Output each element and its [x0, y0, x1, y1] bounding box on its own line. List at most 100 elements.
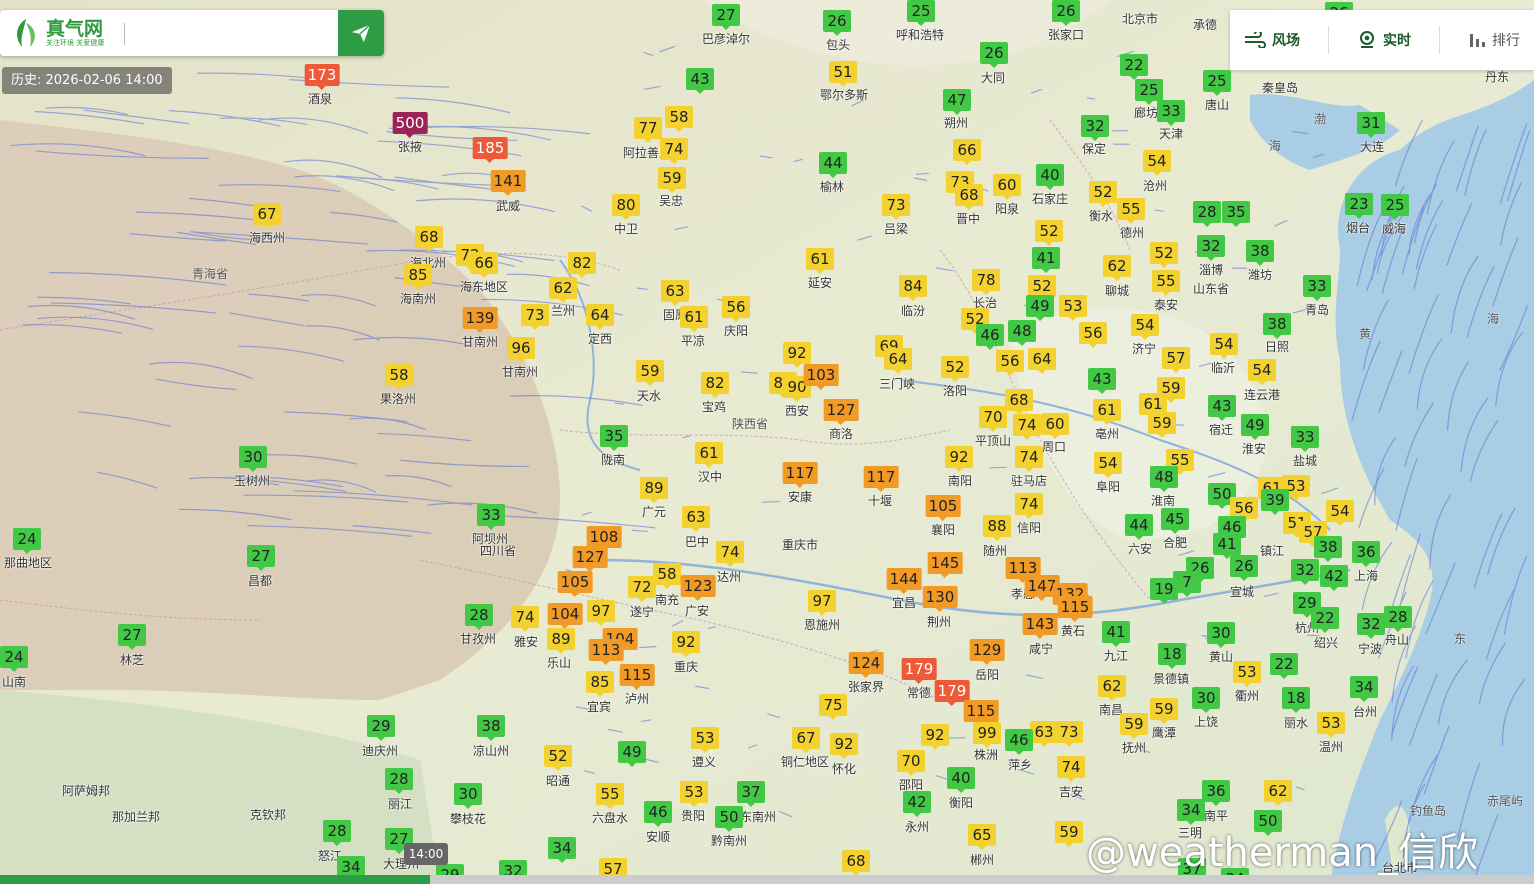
aqi-marker[interactable]: 54: [1210, 333, 1238, 359]
aqi-marker[interactable]: 60: [1041, 413, 1069, 439]
aqi-marker[interactable]: 49: [618, 741, 646, 767]
aqi-marker[interactable]: 143: [1022, 613, 1058, 639]
aqi-marker[interactable]: 38: [1246, 240, 1274, 266]
aqi-marker[interactable]: 25: [1135, 79, 1163, 105]
aqi-marker[interactable]: 46: [644, 801, 672, 827]
aqi-marker[interactable]: 34: [548, 837, 576, 863]
air-quality-map[interactable]: 巴彦淖尔 包头 呼和浩特 张家口 北京市 承德 秦皇岛 丹东 鄂尔多斯 大同 朔州 廊坊 唐山 保定 天津大…: [0, 0, 1534, 884]
aqi-marker[interactable]: 62: [1098, 675, 1126, 701]
aqi-marker[interactable]: 58: [385, 364, 413, 390]
aqi-marker[interactable]: 26: [980, 42, 1008, 68]
aqi-marker[interactable]: 115: [619, 664, 655, 690]
aqi-marker[interactable]: 28: [385, 768, 413, 794]
aqi-marker[interactable]: 32: [1197, 235, 1225, 261]
aqi-marker[interactable]: 70: [979, 406, 1007, 432]
aqi-marker[interactable]: 24: [0, 646, 28, 672]
aqi-marker[interactable]: 36: [1352, 541, 1380, 567]
aqi-marker[interactable]: 52: [1150, 242, 1178, 268]
aqi-marker[interactable]: 145: [927, 552, 963, 578]
aqi-marker[interactable]: 46: [1005, 729, 1033, 755]
aqi-marker[interactable]: 40: [1036, 164, 1064, 190]
aqi-marker[interactable]: 59: [636, 360, 664, 386]
aqi-marker[interactable]: 117: [863, 466, 899, 492]
aqi-marker[interactable]: 88: [983, 515, 1011, 541]
aqi-marker[interactable]: 73: [521, 304, 549, 330]
aqi-marker[interactable]: 105: [557, 571, 593, 597]
aqi-marker[interactable]: 63: [661, 280, 689, 306]
aqi-marker[interactable]: 29: [367, 715, 395, 741]
aqi-marker[interactable]: 43: [1088, 368, 1116, 394]
aqi-marker[interactable]: 56: [722, 296, 750, 322]
aqi-marker[interactable]: 144: [886, 568, 922, 594]
aqi-marker[interactable]: 30: [1207, 622, 1235, 648]
aqi-marker[interactable]: 89: [547, 628, 575, 654]
aqi-marker[interactable]: 53: [1233, 661, 1261, 687]
aqi-marker[interactable]: 64: [884, 348, 912, 374]
aqi-marker[interactable]: 74: [1015, 446, 1043, 472]
aqi-marker[interactable]: 59: [1120, 713, 1148, 739]
aqi-marker[interactable]: 68: [955, 184, 983, 210]
aqi-marker[interactable]: 73: [1055, 721, 1083, 747]
aqi-marker[interactable]: 22: [1311, 607, 1339, 633]
aqi-marker[interactable]: 129: [969, 639, 1005, 665]
aqi-marker[interactable]: 130: [922, 586, 958, 612]
aqi-marker[interactable]: 141: [490, 170, 526, 196]
aqi-marker[interactable]: 185: [472, 137, 508, 163]
aqi-marker[interactable]: 36: [1202, 780, 1230, 806]
aqi-marker[interactable]: 61: [695, 442, 723, 468]
aqi-marker[interactable]: 105: [925, 495, 961, 521]
aqi-marker[interactable]: 35: [600, 425, 628, 451]
aqi-marker[interactable]: 67: [253, 203, 281, 229]
wind-field-button[interactable]: 风场: [1244, 30, 1300, 50]
aqi-marker[interactable]: 74: [511, 606, 539, 632]
aqi-marker[interactable]: 56: [996, 350, 1024, 376]
aqi-marker[interactable]: 55: [596, 783, 624, 809]
search-button[interactable]: [338, 10, 384, 56]
aqi-marker[interactable]: 32: [1291, 559, 1319, 585]
aqi-marker[interactable]: 85: [586, 671, 614, 697]
aqi-marker[interactable]: 108: [586, 526, 622, 552]
aqi-marker[interactable]: 28: [1384, 606, 1412, 632]
realtime-button[interactable]: 实时: [1357, 30, 1411, 50]
aqi-marker[interactable]: 25: [1203, 70, 1231, 96]
aqi-marker[interactable]: 63: [682, 506, 710, 532]
aqi-marker[interactable]: 43: [1208, 395, 1236, 421]
aqi-marker[interactable]: 54: [1326, 500, 1354, 526]
aqi-marker[interactable]: 72: [628, 576, 656, 602]
aqi-marker[interactable]: 22: [1120, 54, 1148, 80]
aqi-marker[interactable]: 34: [1177, 799, 1205, 825]
aqi-marker[interactable]: 92: [830, 733, 858, 759]
aqi-marker[interactable]: 68: [1005, 389, 1033, 415]
aqi-marker[interactable]: 27: [247, 545, 275, 571]
aqi-marker[interactable]: 115: [1057, 596, 1093, 622]
aqi-marker[interactable]: 33: [1303, 275, 1331, 301]
aqi-marker[interactable]: 104: [547, 603, 583, 629]
timeline-bar[interactable]: [0, 875, 1534, 884]
aqi-marker[interactable]: 30: [239, 446, 267, 472]
aqi-marker[interactable]: 64: [586, 304, 614, 330]
aqi-marker[interactable]: 61: [806, 248, 834, 274]
aqi-marker[interactable]: 30: [1192, 687, 1220, 713]
aqi-marker[interactable]: 55: [1152, 270, 1180, 296]
aqi-marker[interactable]: 28: [465, 604, 493, 630]
aqi-marker[interactable]: 47: [943, 89, 971, 115]
aqi-marker[interactable]: 68: [842, 850, 870, 876]
aqi-marker[interactable]: 89: [640, 477, 668, 503]
aqi-marker[interactable]: 97: [587, 600, 615, 626]
aqi-marker[interactable]: 59: [1055, 821, 1083, 847]
aqi-marker[interactable]: 62: [549, 277, 577, 303]
aqi-marker[interactable]: 63: [1030, 721, 1058, 747]
aqi-marker[interactable]: 92: [783, 342, 811, 368]
aqi-marker[interactable]: 43: [686, 68, 714, 94]
aqi-marker[interactable]: 28: [1193, 201, 1221, 227]
aqi-marker[interactable]: 115: [963, 700, 999, 726]
aqi-marker[interactable]: 33: [1157, 100, 1185, 126]
aqi-marker[interactable]: 123: [680, 575, 716, 601]
aqi-marker[interactable]: 27: [118, 624, 146, 650]
aqi-marker[interactable]: 23: [1345, 193, 1373, 219]
aqi-marker[interactable]: 84: [899, 275, 927, 301]
aqi-marker[interactable]: 113: [588, 639, 624, 665]
aqi-marker[interactable]: 51: [829, 61, 857, 87]
aqi-marker[interactable]: 179: [901, 658, 937, 684]
aqi-marker[interactable]: 25: [907, 0, 935, 26]
